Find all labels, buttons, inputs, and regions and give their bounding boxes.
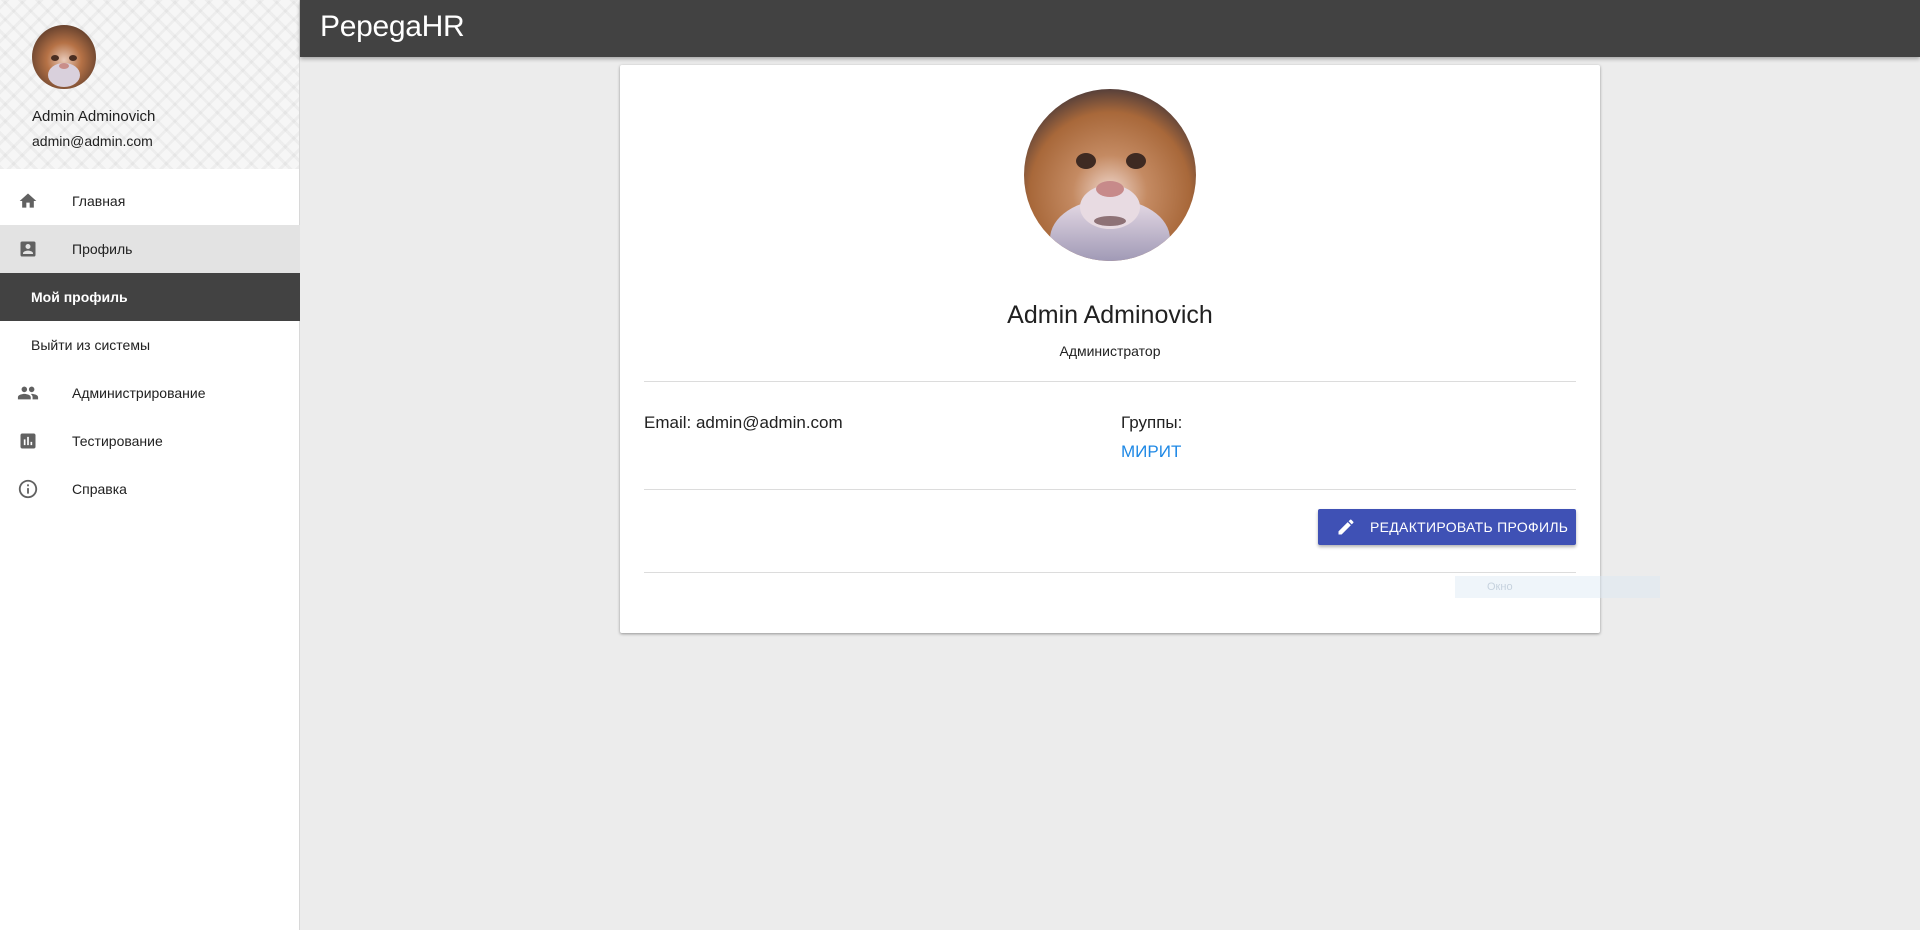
home-icon	[17, 190, 39, 212]
sidebar-item-testing[interactable]: Тестирование	[0, 417, 300, 465]
divider	[644, 572, 1576, 573]
sidebar-item-administration[interactable]: Администрирование	[0, 369, 300, 417]
edit-profile-label: РЕДАКТИРОВАТЬ ПРОФИЛЬ	[1370, 519, 1569, 535]
sidebar-item-my-profile[interactable]: Мой профиль	[0, 273, 300, 321]
sidebar-item-label: Тестирование	[72, 433, 163, 449]
profile-card: Admin Adminovich Администратор Email: ad…	[620, 65, 1600, 633]
app-bar: PepegaHR	[300, 0, 1920, 57]
sidebar: Admin Adminovich admin@admin.com Главная…	[0, 0, 300, 930]
pencil-icon	[1336, 517, 1356, 537]
info-icon	[17, 478, 39, 500]
sidebar-item-home[interactable]: Главная	[0, 177, 300, 225]
people-icon	[17, 382, 39, 404]
divider	[644, 489, 1576, 490]
profile-avatar	[1024, 89, 1196, 261]
avatar[interactable]	[32, 25, 96, 89]
bar-chart-icon	[17, 430, 39, 452]
group-link[interactable]: МИРИТ	[1121, 442, 1181, 462]
profile-name: Admin Adminovich	[1007, 301, 1213, 329]
profile-role: Администратор	[1059, 343, 1161, 359]
tooltip: Окно	[1455, 576, 1660, 598]
groups-label: Группы:	[1121, 413, 1183, 432]
sidebar-user-header: Admin Adminovich admin@admin.com	[0, 0, 299, 169]
user-name: Admin Adminovich	[32, 108, 156, 125]
profile-email: Email: admin@admin.com	[644, 413, 843, 432]
sidebar-nav: Главная Профиль Мой профиль Выйти из сис…	[0, 177, 300, 513]
app-title: PepegaHR	[320, 10, 465, 43]
sidebar-item-profile[interactable]: Профиль	[0, 225, 300, 273]
edit-profile-button[interactable]: РЕДАКТИРОВАТЬ ПРОФИЛЬ	[1318, 509, 1576, 545]
divider	[644, 381, 1576, 382]
sidebar-item-help[interactable]: Справка	[0, 465, 300, 513]
sidebar-item-label: Справка	[72, 481, 127, 497]
account-box-icon	[17, 238, 39, 260]
sidebar-item-label: Профиль	[72, 241, 133, 257]
sidebar-item-label: Главная	[72, 193, 126, 209]
sidebar-item-logout[interactable]: Выйти из системы	[0, 321, 300, 369]
sidebar-item-label: Администрирование	[72, 385, 206, 401]
user-email: admin@admin.com	[32, 133, 153, 149]
